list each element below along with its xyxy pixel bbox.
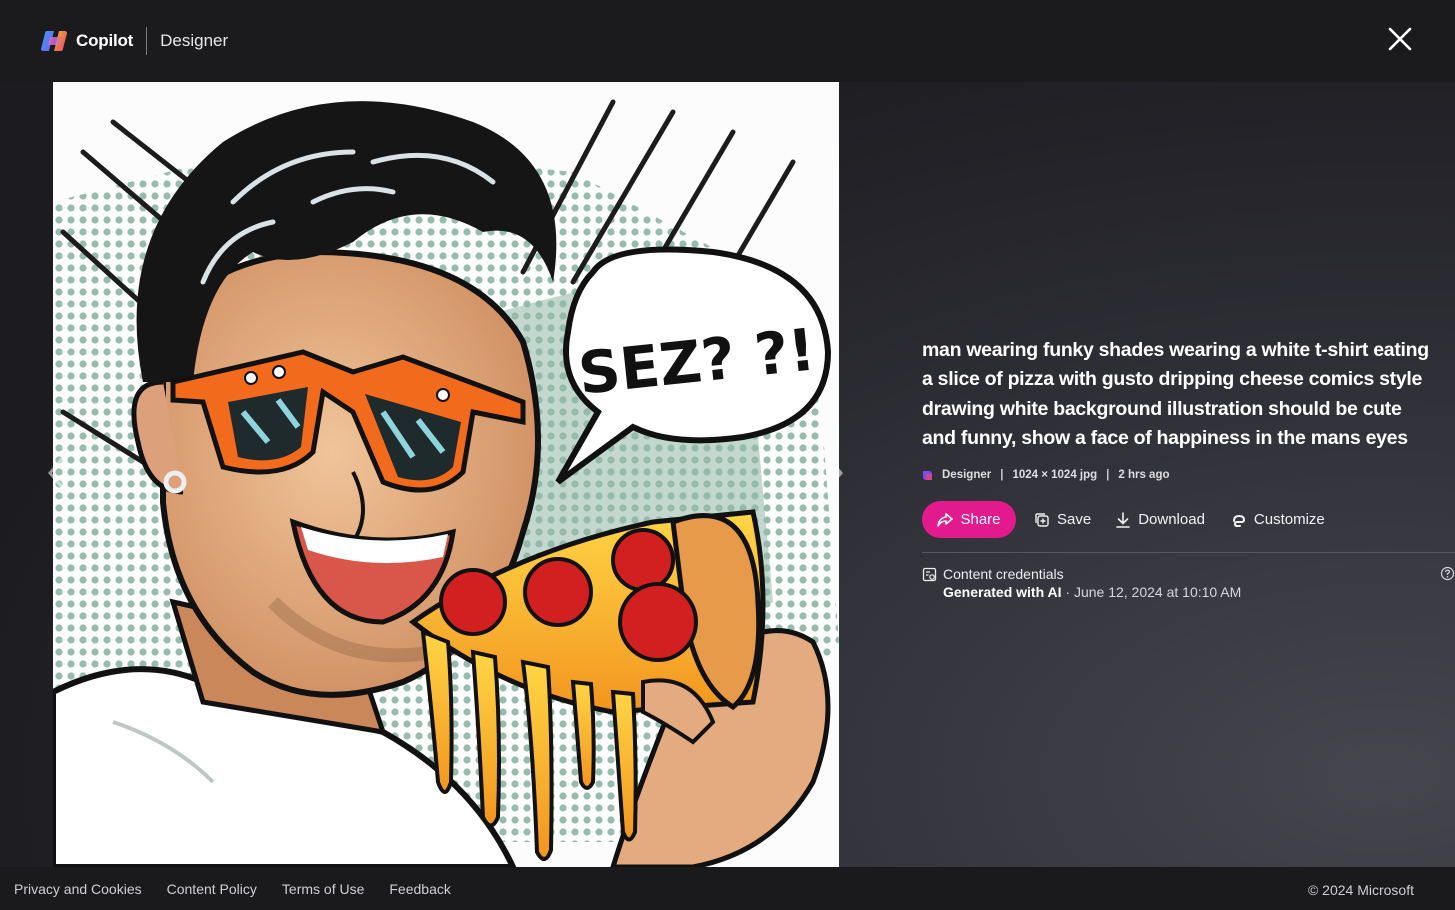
footer-link-content-policy[interactable]: Content Policy	[167, 881, 257, 897]
share-icon	[937, 512, 954, 527]
download-button[interactable]: Download	[1115, 511, 1205, 529]
image-meta: Designer | 1024 × 1024 jpg | 2 hrs ago	[922, 469, 1452, 481]
pizza-man-illustration: SEZ? ?!	[53, 82, 839, 867]
customize-icon	[1232, 514, 1245, 527]
chevron-left-icon[interactable]	[42, 455, 72, 491]
customize-label: Customize	[1253, 511, 1325, 529]
collection-add-icon	[1035, 512, 1049, 527]
footer: Privacy and Cookies Content Policy Terms…	[0, 867, 1455, 910]
footer-link-terms[interactable]: Terms of Use	[282, 881, 364, 897]
copilot-logo-icon	[41, 31, 67, 51]
generated-image[interactable]: SEZ? ?!	[53, 82, 839, 867]
prompt-text: man wearing funky shades wearing a white…	[922, 339, 1429, 449]
meta-source[interactable]: Designer	[942, 469, 991, 481]
details-panel: man wearing funky shades wearing a white…	[922, 336, 1455, 600]
credentials-date: · June 12, 2024 at 10:10 AM	[1061, 584, 1242, 601]
meta-separator: |	[1106, 469, 1110, 482]
save-label: Save	[1057, 511, 1092, 529]
brand-divider	[146, 27, 148, 55]
customize-button[interactable]: Customize	[1231, 511, 1325, 528]
generated-with-ai: Generated with AI	[943, 584, 1062, 601]
brand[interactable]: Copilot Designer	[41, 27, 229, 55]
footer-link-feedback[interactable]: Feedback	[389, 881, 450, 897]
close-icon[interactable]	[1386, 25, 1414, 53]
save-button[interactable]: Save	[1034, 511, 1091, 528]
share-button[interactable]: Share	[922, 501, 1016, 539]
help-icon[interactable]	[1440, 566, 1455, 581]
credentials-title: Content credentials	[943, 566, 1064, 583]
credentials-icon	[922, 567, 937, 581]
designer-logo-icon	[923, 470, 932, 480]
section-name: Designer	[160, 31, 229, 50]
download-label: Download	[1138, 511, 1205, 529]
share-label: Share	[960, 511, 1001, 529]
brand-name: Copilot	[76, 31, 134, 50]
top-bar: Copilot Designer	[0, 0, 1455, 82]
meta-separator: |	[1000, 469, 1004, 482]
copyright: © 2024 Microsoft	[1307, 882, 1414, 898]
action-bar: Share Save Download Customize	[922, 501, 1452, 539]
content-credentials: Content credentials Generated with AI · …	[922, 566, 1455, 600]
divider	[922, 552, 1455, 554]
chevron-right-icon[interactable]	[819, 455, 849, 491]
footer-link-privacy[interactable]: Privacy and Cookies	[14, 881, 142, 897]
meta-age: 2 hrs ago	[1118, 469, 1170, 482]
download-icon	[1116, 511, 1131, 528]
meta-dimensions: 1024 × 1024 jpg	[1012, 469, 1098, 482]
